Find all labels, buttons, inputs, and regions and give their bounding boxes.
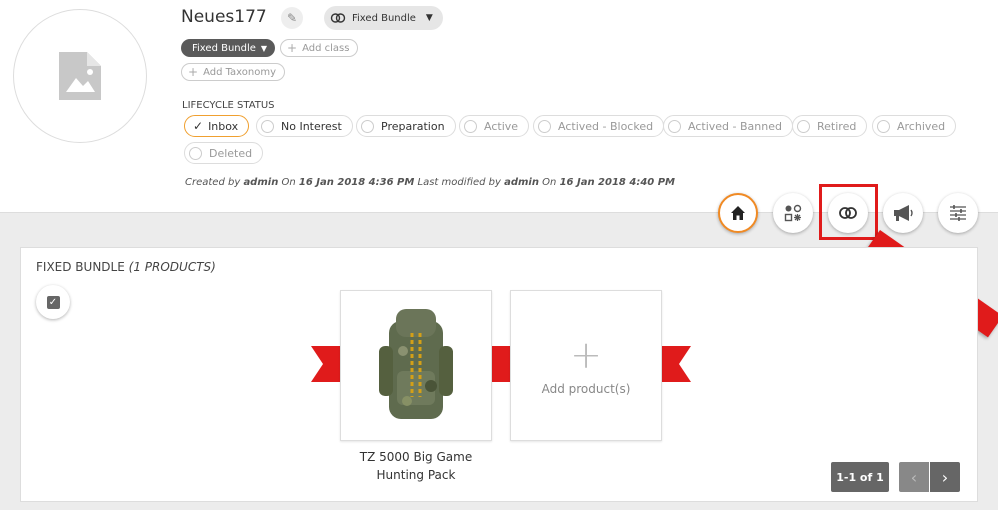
megaphone-icon — [894, 205, 913, 221]
caret-down-icon: ▼ — [260, 43, 268, 53]
filter-list-icon — [950, 205, 966, 221]
page-title: Neues177 — [181, 7, 267, 27]
plus-icon: + — [287, 41, 298, 55]
checkmark-icon: ✓ — [193, 119, 204, 133]
status-label: Active — [484, 119, 519, 133]
audit-info: Created by admin On 16 Jan 2018 4:36 PM … — [185, 177, 675, 188]
status-retired[interactable]: Retired — [792, 115, 868, 137]
class-tag-label: Fixed Bundle — [192, 42, 256, 54]
add-class-label: Add class — [302, 42, 350, 54]
lifecycle-label: LIFECYCLE STATUS — [182, 100, 275, 111]
caret-down-icon: ▼ — [425, 13, 433, 23]
select-all-checkbox[interactable]: ✓ — [36, 285, 70, 319]
status-label: Preparation — [381, 119, 445, 133]
attributes-tab-button[interactable] — [773, 193, 813, 233]
pencil-icon: ✎ — [286, 11, 298, 25]
radio-icon — [797, 119, 810, 133]
status-preparation[interactable]: Preparation — [356, 115, 456, 137]
class-tag[interactable]: Fixed Bundle ▼ — [181, 39, 276, 57]
ribbon-left — [311, 346, 343, 382]
status-actived-banned[interactable]: Actived - Banned — [663, 115, 793, 137]
ribbon-middle — [491, 346, 511, 382]
filter-tab-button[interactable] — [938, 193, 978, 233]
bundle-panel: FIXED BUNDLE (1 PRODUCTS) ✓ TZ 5000 Big … — [20, 247, 978, 502]
status-archived[interactable]: Archived — [872, 115, 957, 137]
add-taxonomy-label: Add Taxonomy — [203, 66, 277, 78]
bundle-tab-highlight — [819, 184, 878, 240]
status-label: Retired — [817, 119, 857, 133]
radio-icon — [538, 119, 551, 133]
status-label: Inbox — [208, 119, 239, 133]
edit-title-button[interactable]: ✎ — [281, 7, 303, 29]
image-file-icon — [59, 52, 101, 100]
ribbon-right — [659, 346, 691, 382]
radio-icon — [877, 119, 890, 133]
product-card[interactable] — [340, 290, 492, 441]
status-actived-blocked[interactable]: Actived - Blocked — [533, 115, 665, 137]
panel-title: FIXED BUNDLE (1 PRODUCTS) — [36, 260, 216, 274]
add-product-card[interactable]: + Add product(s) — [510, 290, 662, 441]
status-label: Deleted — [209, 146, 253, 160]
product-image-placeholder[interactable] — [13, 9, 147, 143]
bundle-rings-icon — [330, 13, 346, 23]
chevron-left-icon[interactable]: ‹ — [899, 462, 929, 492]
marketing-tab-button[interactable] — [883, 193, 923, 233]
backpack-image — [379, 309, 453, 419]
status-inbox[interactable]: ✓ Inbox — [184, 115, 250, 137]
radio-icon — [261, 119, 274, 133]
radio-icon — [189, 146, 202, 160]
status-label: Archived — [897, 119, 946, 133]
attributes-icon — [784, 204, 802, 222]
pagination-nav: ‹ › — [899, 462, 960, 492]
pagination-count: 1-1 of 1 — [831, 462, 889, 492]
status-deleted[interactable]: Deleted — [184, 142, 264, 164]
radio-icon — [361, 119, 374, 133]
status-no-interest[interactable]: No Interest — [256, 115, 353, 137]
checkbox-icon: ✓ — [46, 295, 60, 309]
add-product-label: Add product(s) — [541, 381, 631, 396]
product-name[interactable]: TZ 5000 Big Game Hunting Pack — [340, 448, 492, 484]
home-tab-button[interactable] — [718, 193, 758, 233]
status-active[interactable]: Active — [459, 115, 530, 137]
chevron-right-icon[interactable]: › — [930, 462, 960, 492]
status-label: No Interest — [281, 119, 342, 133]
plus-icon: + — [188, 65, 199, 79]
radio-icon — [668, 119, 681, 133]
home-icon — [731, 206, 745, 220]
status-label: Actived - Blocked — [558, 119, 654, 133]
add-taxonomy-button[interactable]: + Add Taxonomy — [181, 63, 286, 81]
add-class-button[interactable]: + Add class — [280, 39, 359, 57]
product-header: Neues177 ✎ Fixed Bundle ▼ Fixed Bundle ▼… — [0, 0, 998, 213]
status-label: Actived - Banned — [688, 119, 782, 133]
plus-icon: + — [570, 332, 602, 377]
type-selector-label: Fixed Bundle — [352, 12, 416, 24]
type-selector-dropdown[interactable]: Fixed Bundle ▼ — [324, 6, 443, 30]
radio-icon — [464, 119, 477, 133]
